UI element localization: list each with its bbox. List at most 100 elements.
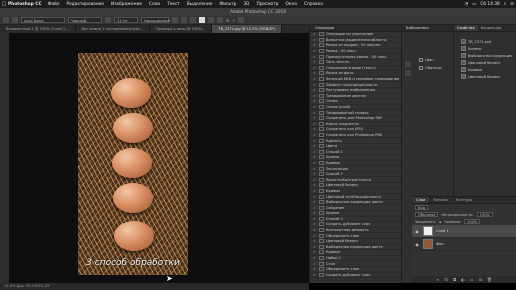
dialog-toggle-icon[interactable] (319, 37, 324, 42)
visibility-eye-icon[interactable]: ◉ (414, 242, 420, 247)
menu-3d[interactable]: 3D (243, 2, 249, 7)
checkmark-icon[interactable]: ✓ (310, 239, 319, 243)
checkmark-icon[interactable]: ✓ (310, 189, 319, 193)
document-image[interactable]: 3 способ обработки (78, 53, 188, 275)
checkmark-icon[interactable]: ✓ (310, 167, 319, 171)
menu-edit[interactable]: Редактирование (67, 2, 105, 7)
commit-icon[interactable]: ✓ (232, 18, 235, 23)
dialog-toggle-icon[interactable] (319, 110, 324, 115)
fx-icon[interactable]: fx (444, 277, 448, 282)
dialog-toggle-icon[interactable] (319, 216, 324, 221)
cancel-icon[interactable]: ⊘ (226, 18, 229, 23)
dialog-toggle-icon[interactable] (319, 172, 324, 177)
dialog-toggle-icon[interactable] (319, 211, 324, 216)
checkmark-icon[interactable]: ✓ (310, 144, 319, 148)
checkmark-icon[interactable]: ✓ (310, 71, 319, 75)
apple-icon[interactable]:  (0, 1, 8, 7)
checkmark-icon[interactable]: ✓ (310, 172, 319, 176)
actions-panel-title[interactable]: Операции (310, 25, 401, 32)
dialog-toggle-icon[interactable] (319, 99, 324, 104)
menu-layers[interactable]: Слои (149, 2, 160, 7)
checkmark-icon[interactable]: ✓ (310, 122, 319, 126)
checkmark-icon[interactable]: ✓ (310, 88, 319, 92)
dialog-toggle-icon[interactable] (319, 116, 324, 121)
swatches-panel-icon[interactable] (405, 70, 411, 76)
menu-view[interactable]: Просмотр (256, 2, 278, 7)
checkmark-icon[interactable]: ✓ (310, 99, 319, 103)
layer-row[interactable]: ◉ Фон (412, 238, 516, 251)
visibility-eye-icon[interactable]: ◉ (414, 229, 420, 234)
dialog-toggle-icon[interactable] (319, 239, 324, 244)
dialog-toggle-icon[interactable] (319, 188, 324, 193)
dialog-toggle-icon[interactable] (319, 244, 324, 249)
font-family-select[interactable]: Arial Nova (21, 17, 65, 23)
checkmark-icon[interactable]: ✓ (310, 116, 319, 120)
checkmark-icon[interactable]: ✓ (310, 245, 319, 249)
warp-text-icon[interactable] (208, 17, 214, 23)
dialog-toggle-icon[interactable] (319, 149, 324, 154)
properties-item[interactable]: Цветовой баланс (454, 73, 516, 80)
menu-select[interactable]: Выделение (187, 2, 213, 7)
dialog-toggle-icon[interactable] (319, 138, 324, 143)
doc-tab[interactable]: Безымянный-1 @ 100% (Слой 1... (0, 25, 76, 33)
dialog-toggle-icon[interactable] (319, 71, 324, 76)
dialog-toggle-icon[interactable] (319, 261, 324, 266)
checkmark-icon[interactable]: ✓ (310, 267, 319, 271)
dialog-toggle-icon[interactable] (319, 127, 324, 132)
checkmark-icon[interactable]: ✓ (310, 256, 319, 260)
tab-layers[interactable]: Слои (412, 197, 430, 203)
checkmark-icon[interactable]: ✓ (310, 161, 319, 165)
checkmark-icon[interactable]: ✓ (310, 32, 319, 36)
doc-tab-active[interactable]: TB_2371.jpg @ 12,5% (RGB/8*) (212, 25, 282, 33)
doc-tab[interactable]: без химия 1 тестирование.psd... (76, 25, 150, 33)
menu-window[interactable]: Окно (286, 2, 297, 7)
doc-tab[interactable]: Гравюра и вазы @ 100%... (150, 25, 213, 33)
checkmark-icon[interactable]: ✓ (310, 178, 319, 182)
checkmark-icon[interactable]: ✓ (310, 60, 319, 64)
wifi-icon[interactable]: ◔ (465, 2, 469, 7)
dialog-toggle-icon[interactable] (319, 60, 324, 65)
properties-item[interactable]: Кривые (454, 66, 516, 73)
font-size-select[interactable]: 12 пт (114, 17, 138, 23)
blend-mode-select[interactable]: Обычные (415, 212, 439, 217)
dialog-toggle-icon[interactable] (319, 32, 324, 37)
properties-item[interactable]: TB_2371.psd (454, 38, 516, 45)
properties-item[interactable]: Цветовой баланс (454, 59, 516, 66)
dialog-toggle-icon[interactable] (319, 54, 324, 59)
color-panel-icon[interactable] (405, 61, 411, 67)
checkmark-icon[interactable]: ✓ (310, 127, 319, 131)
properties-item[interactable]: Выборочная коррекция (454, 52, 516, 59)
dialog-toggle-icon[interactable] (319, 65, 324, 70)
checkmark-icon[interactable]: ✓ (310, 94, 319, 98)
checkmark-icon[interactable]: ✓ (310, 155, 319, 159)
orientation-icon[interactable] (12, 17, 18, 23)
checkmark-icon[interactable]: ✓ (310, 228, 319, 232)
layer-kind-filter[interactable]: Вид (415, 205, 429, 210)
dialog-toggle-icon[interactable] (319, 121, 324, 126)
tab-adjustments[interactable]: Коррекция (478, 25, 505, 31)
new-layer-icon[interactable]: ⊞ (479, 277, 482, 282)
dialog-toggle-icon[interactable] (319, 272, 324, 277)
tab-paths[interactable]: Контуры (452, 197, 476, 203)
dialog-toggle-icon[interactable] (319, 267, 324, 272)
dialog-toggle-icon[interactable] (319, 160, 324, 165)
align-center-icon[interactable] (181, 17, 187, 23)
align-right-icon[interactable] (190, 17, 196, 23)
checkmark-icon[interactable]: ✓ (310, 262, 319, 266)
adjustment-icon[interactable]: ◐ (461, 277, 465, 282)
dialog-toggle-icon[interactable] (319, 93, 324, 98)
checkmark-icon[interactable]: ✓ (310, 66, 319, 70)
tab-libraries[interactable]: Библиотеки (402, 25, 453, 32)
menu-image[interactable]: Изображение (111, 2, 142, 7)
checkmark-icon[interactable]: ✓ (310, 105, 319, 109)
dialog-toggle-icon[interactable] (319, 132, 324, 137)
checkmark-icon[interactable]: ✓ (310, 77, 319, 81)
layer-name[interactable]: Слой 1 (436, 229, 449, 233)
opacity-field[interactable]: 100% (476, 212, 493, 217)
properties-item[interactable]: Уровни (454, 45, 516, 52)
dialog-toggle-icon[interactable] (319, 222, 324, 227)
checkmark-icon[interactable]: ✓ (310, 139, 319, 143)
fill-field[interactable]: 100% (464, 219, 481, 224)
menu-help[interactable]: Справка (304, 2, 323, 7)
layer-name[interactable]: Фон (436, 242, 444, 246)
